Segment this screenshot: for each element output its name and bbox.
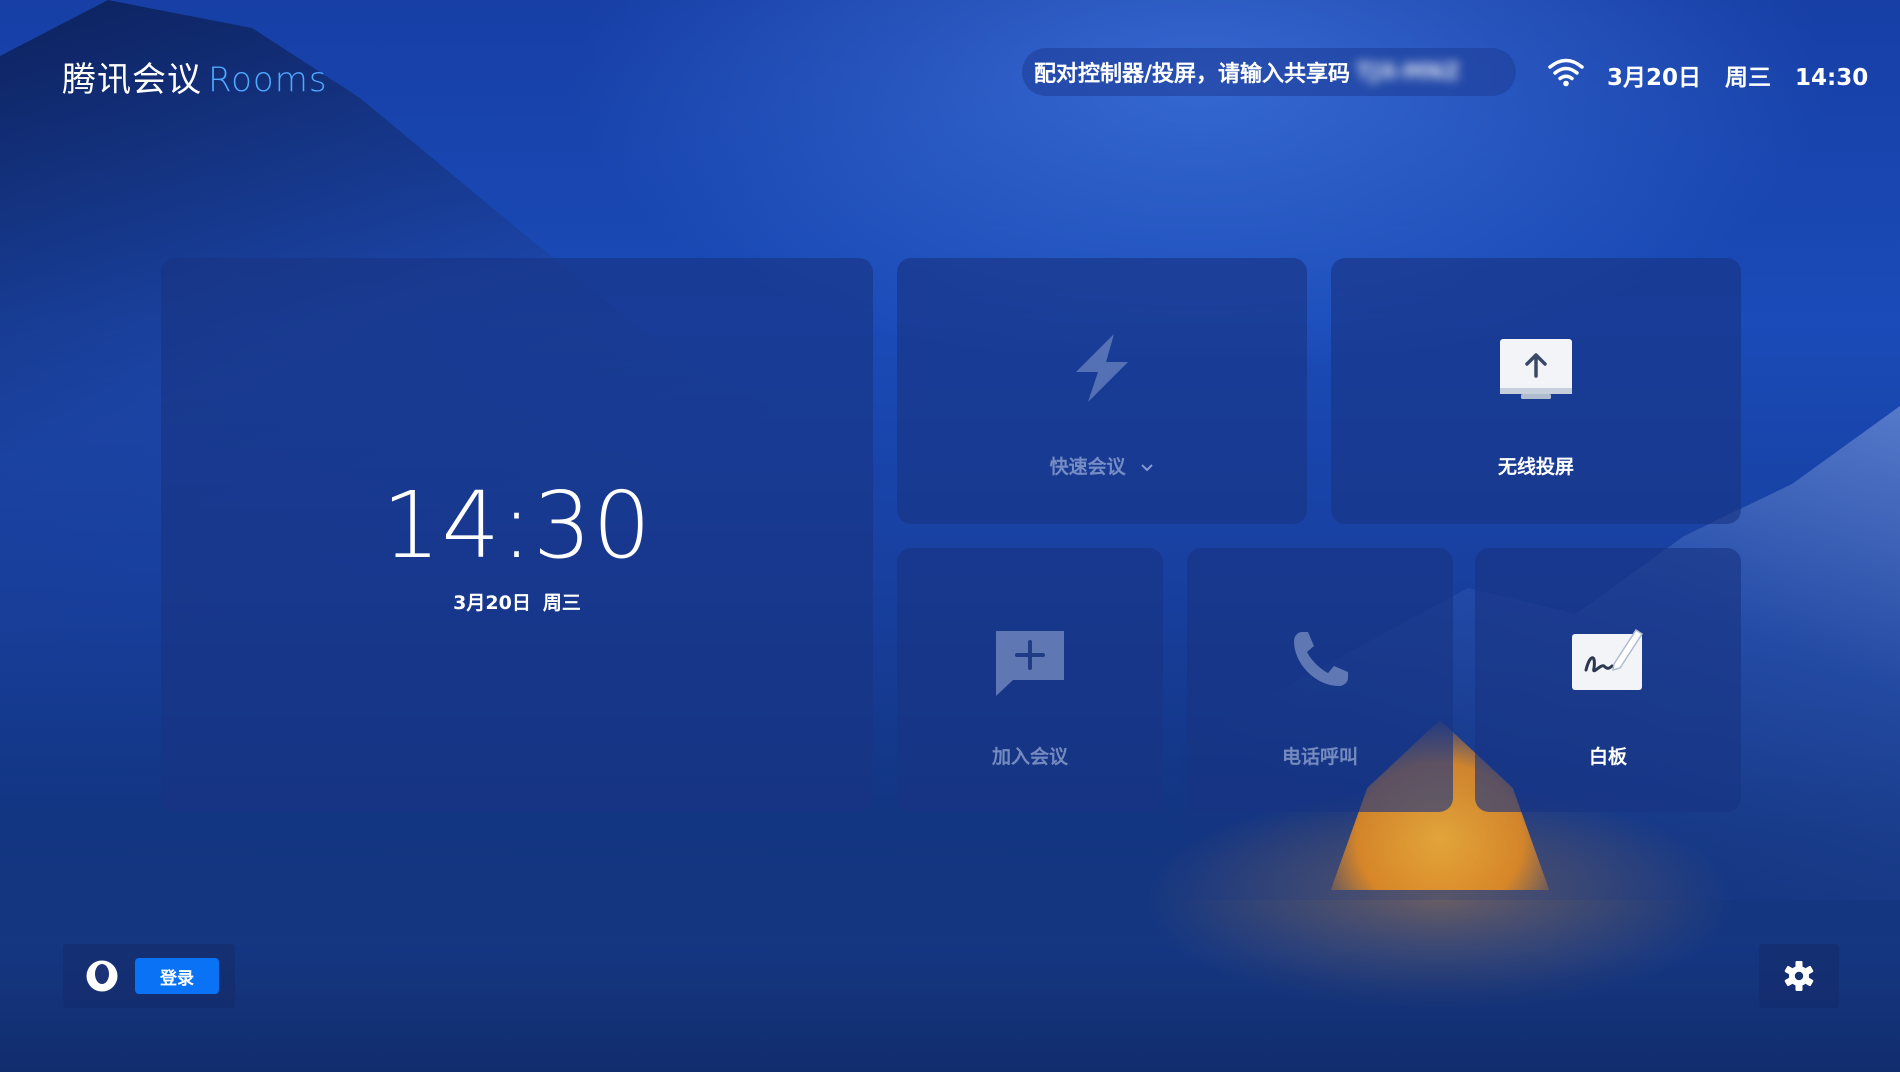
tv-home-screen: 腾讯会议 Rooms 配对控制器/投屏，请输入共享码 TJX-MNZ 3月20日 … [0, 0, 1900, 1072]
status-datetime: 3月20日 周三 14:30 [1607, 58, 1868, 92]
join-meeting-tile[interactable]: 加入会议 [897, 548, 1163, 812]
clock-time: 14:30 [381, 472, 653, 579]
status-weekday: 周三 [1725, 65, 1772, 91]
app-brand-suffix: Rooms [208, 60, 328, 100]
phone-call-label: 电话呼叫 [1281, 746, 1358, 768]
add-chat-icon [996, 631, 1064, 696]
clock-date-day: 3月20日 [453, 592, 531, 614]
settings-button[interactable] [1759, 944, 1839, 1008]
quick-meeting-label: 快速会议 [1049, 456, 1126, 478]
status-date: 3月20日 [1607, 65, 1702, 91]
lightning-icon [1076, 334, 1128, 402]
app-title: 腾讯会议 Rooms [62, 52, 328, 101]
clock-date-weekday: 周三 [542, 592, 581, 614]
chevron-down-icon [1141, 463, 1154, 471]
status-time: 14:30 [1795, 65, 1869, 91]
phone-icon [1294, 632, 1348, 686]
wireless-cast-label: 无线投屏 [1497, 456, 1574, 478]
whiteboard-label: 白板 [1588, 746, 1627, 768]
screen-cast-icon [1500, 339, 1572, 399]
background-snow-field [0, 772, 1900, 1072]
whiteboard-tile[interactable]: 白板 [1475, 548, 1741, 812]
share-code-value: TJX-MNZ [1356, 59, 1460, 85]
quick-meeting-tile[interactable]: 快速会议 [897, 258, 1307, 524]
login-button[interactable]: 登录 [135, 958, 219, 994]
login-area: 登录 [63, 944, 235, 1008]
whiteboard-icon [1572, 628, 1644, 690]
wifi-icon [1548, 58, 1584, 87]
wireless-cast-tile[interactable]: 无线投屏 [1331, 258, 1741, 524]
share-code-prompt: 配对控制器/投屏，请输入共享码 [1034, 62, 1351, 87]
gear-icon [1784, 961, 1814, 991]
phone-call-tile[interactable]: 电话呼叫 [1187, 548, 1453, 812]
join-meeting-label: 加入会议 [991, 746, 1068, 768]
avatar-icon[interactable] [85, 959, 119, 993]
clock-date: 3月20日 周三 [161, 588, 873, 615]
clock-panel: 14:30 3月20日 周三 [161, 258, 873, 812]
quick-meeting-label-row: 快速会议 [897, 452, 1307, 479]
app-brand: 腾讯会议 [62, 60, 202, 100]
share-code-banner: 配对控制器/投屏，请输入共享码 TJX-MNZ [1022, 48, 1516, 96]
